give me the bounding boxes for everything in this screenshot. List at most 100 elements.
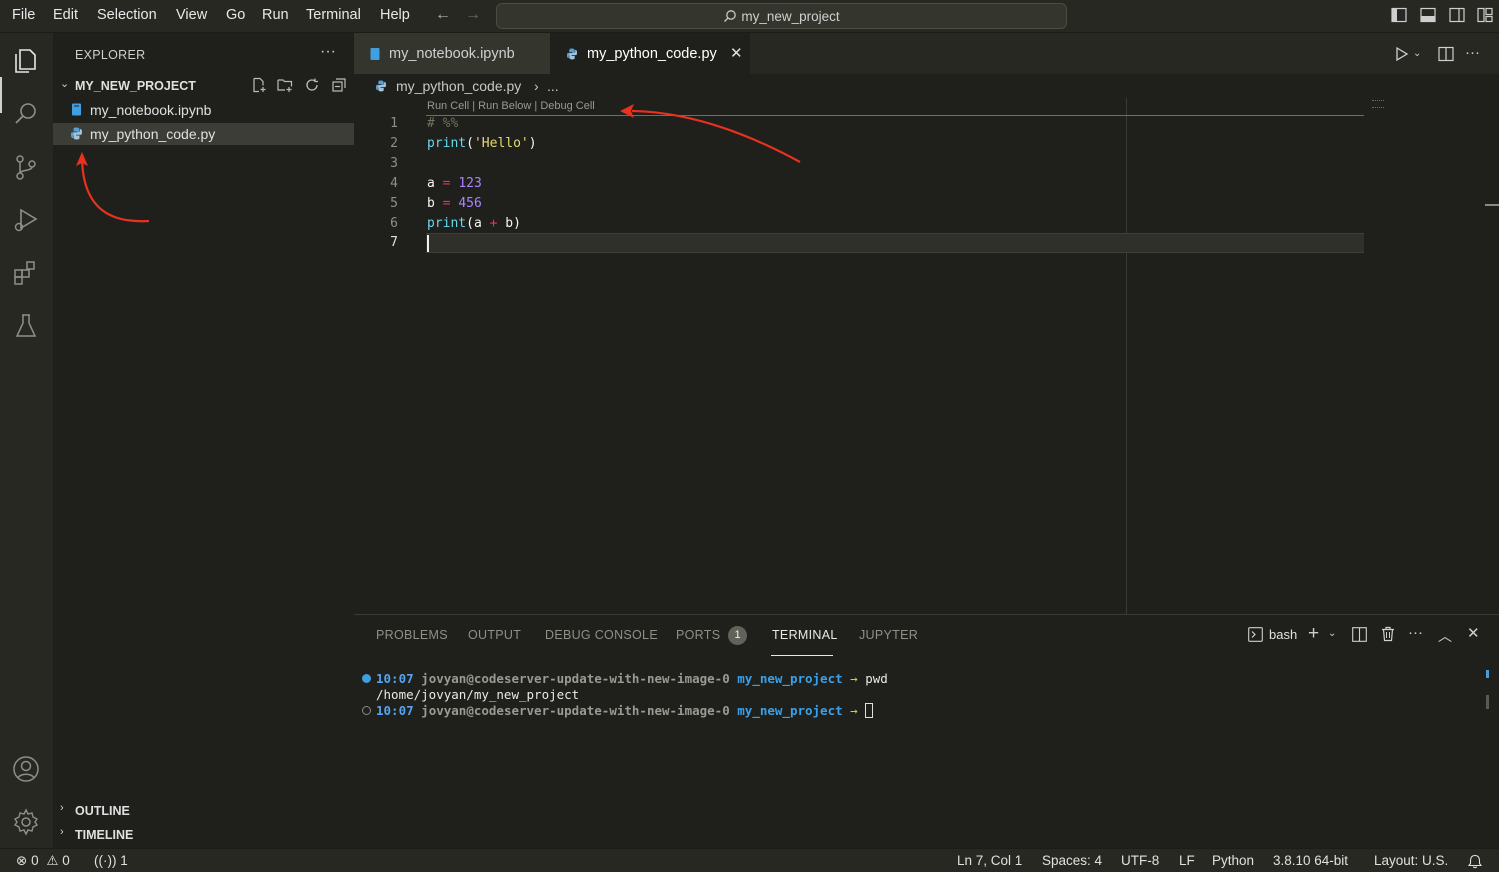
python-file-icon	[567, 48, 577, 60]
menu-file[interactable]: File	[12, 7, 35, 23]
command-pending-dot	[362, 706, 371, 715]
run-python-file-icon[interactable]	[1395, 46, 1409, 62]
source-control-icon[interactable]	[11, 152, 41, 182]
code-editor[interactable]: Run Cell | Run Below | Debug Cell 1 2 3 …	[354, 98, 1499, 614]
more-actions-icon[interactable]: ···	[320, 43, 336, 61]
tab-ports[interactable]: PORTS	[676, 628, 720, 642]
menu-selection[interactable]: Selection	[97, 7, 157, 23]
new-file-icon[interactable]	[251, 77, 267, 93]
tab-problems[interactable]: PROBLEMS	[376, 628, 448, 642]
menu-edit[interactable]: Edit	[53, 7, 78, 23]
testing-flask-icon[interactable]	[11, 311, 41, 341]
tree-item-label: my_python_code.py	[90, 126, 216, 142]
timeline-section[interactable]: › TIMELINE	[53, 824, 354, 846]
command-center[interactable]: my_new_project	[496, 3, 1067, 29]
tree-item-python-file[interactable]: my_python_code.py	[53, 123, 354, 145]
terminal-shell-name[interactable]: bash	[1269, 627, 1297, 642]
menu-terminal[interactable]: Terminal	[306, 7, 361, 23]
tab-jupyter[interactable]: JUPYTER	[859, 628, 918, 642]
new-terminal-plus-icon[interactable]: +	[1308, 623, 1319, 645]
line-number-current: 7	[390, 235, 398, 250]
editor-more-actions-icon[interactable]: ···	[1465, 44, 1480, 61]
cell-codelens[interactable]: Run Cell | Run Below | Debug Cell	[427, 100, 595, 112]
line-number: 3	[390, 156, 398, 171]
settings-gear-icon[interactable]	[11, 807, 41, 837]
project-name: MY_NEW_PROJECT	[75, 79, 196, 93]
terminal-scroll-marker	[1486, 670, 1489, 678]
activity-bar	[0, 33, 53, 848]
tree-item-notebook[interactable]: my_notebook.ipynb	[53, 99, 354, 121]
command-center-label: my_new_project	[741, 9, 840, 24]
menu-view[interactable]: View	[176, 7, 207, 23]
indentation[interactable]: Spaces: 4	[1042, 853, 1102, 868]
new-folder-icon[interactable]	[277, 77, 293, 93]
forward-arrow-icon[interactable]: →	[465, 6, 481, 24]
ports-status[interactable]: ((·)) 1	[94, 853, 128, 868]
bottom-panel: PROBLEMS OUTPUT DEBUG CONSOLE PORTS 1 TE…	[354, 614, 1499, 848]
explorer-icon[interactable]	[11, 46, 41, 76]
tree-item-label: my_notebook.ipynb	[90, 102, 212, 118]
menu-go[interactable]: Go	[226, 7, 245, 23]
panel-more-actions-icon[interactable]: ···	[1408, 624, 1423, 641]
terminal-dropdown-chevron-icon[interactable]: ⌄	[1328, 628, 1336, 639]
line-number: 4	[390, 176, 398, 191]
collapse-all-icon[interactable]	[331, 77, 347, 93]
close-tab-icon[interactable]: ✕	[730, 44, 743, 62]
cell-separator	[426, 115, 1364, 116]
search-icon[interactable]	[11, 99, 41, 129]
back-arrow-icon[interactable]: ←	[435, 6, 451, 24]
keyboard-layout[interactable]: Layout: U.S.	[1374, 853, 1448, 868]
breadcrumb-symbols[interactable]: ...	[547, 78, 559, 94]
search-icon	[723, 9, 737, 23]
active-tab-underline	[771, 655, 833, 656]
split-terminal-icon[interactable]	[1352, 627, 1367, 642]
split-editor-icon[interactable]	[1438, 46, 1454, 62]
minimap[interactable]	[1372, 100, 1384, 108]
language-mode[interactable]: Python	[1212, 853, 1254, 868]
overview-ruler-marker	[1485, 204, 1499, 206]
account-icon[interactable]	[11, 754, 41, 784]
tab-output[interactable]: OUTPUT	[468, 628, 521, 642]
editor-tabs: my_notebook.ipynb my_python_code.py ✕ ⌄ …	[354, 33, 1499, 74]
refresh-icon[interactable]	[304, 77, 320, 93]
notebook-file-icon	[71, 103, 82, 116]
title-bar: File Edit Selection View Go Run Terminal…	[0, 0, 1499, 33]
customize-layout-icon[interactable]	[1477, 7, 1493, 23]
line-number: 1	[390, 116, 398, 131]
tab-python-file[interactable]: my_python_code.py ✕	[550, 33, 750, 74]
tab-label: my_notebook.ipynb	[389, 46, 515, 62]
tab-notebook[interactable]: my_notebook.ipynb	[354, 33, 550, 74]
toggle-panel-icon[interactable]	[1420, 7, 1436, 23]
toggle-primary-sidebar-icon[interactable]	[1391, 7, 1407, 23]
run-and-debug-icon[interactable]	[11, 205, 41, 235]
notifications-bell-icon[interactable]	[1468, 854, 1482, 869]
end-of-line[interactable]: LF	[1179, 853, 1195, 868]
toggle-secondary-sidebar-icon[interactable]	[1449, 7, 1465, 23]
code-line-6: print(a + b)	[427, 216, 521, 231]
breadcrumb-file[interactable]: my_python_code.py	[396, 78, 521, 94]
python-interpreter[interactable]: 3.8.10 64-bit	[1273, 853, 1348, 868]
encoding[interactable]: UTF-8	[1121, 853, 1159, 868]
run-dropdown-chevron-icon[interactable]: ⌄	[1413, 48, 1421, 59]
python-file-icon	[376, 80, 386, 92]
terminal-line-2: /home/jovyan/my_new_project	[376, 687, 580, 702]
broadcast-icon: ((·))	[94, 853, 117, 868]
tab-terminal[interactable]: TERMINAL	[772, 628, 838, 642]
terminal-line-3[interactable]: 10:07 jovyan@codeserver-update-with-new-…	[376, 703, 874, 718]
editor-ruler	[1126, 98, 1127, 614]
chevron-down-icon: ⌄	[60, 78, 70, 90]
menu-run[interactable]: Run	[262, 7, 289, 23]
terminal-scrollbar[interactable]	[1486, 695, 1489, 709]
python-file-icon	[71, 127, 82, 140]
trash-icon[interactable]	[1381, 626, 1395, 642]
problems-status[interactable]: ⊗ 0 ⚠ 0	[16, 853, 70, 869]
breadcrumb: my_python_code.py › ...	[354, 74, 1499, 98]
tab-debug-console[interactable]: DEBUG CONSOLE	[545, 628, 658, 642]
close-panel-icon[interactable]: ✕	[1467, 624, 1480, 642]
menu-help[interactable]: Help	[380, 7, 410, 23]
status-bar: ⊗ 0 ⚠ 0 ((·)) 1 Ln 7, Col 1 Spaces: 4 UT…	[0, 848, 1499, 872]
outline-section[interactable]: › OUTLINE	[53, 800, 354, 822]
extensions-icon[interactable]	[11, 258, 41, 288]
maximize-panel-chevron-up-icon[interactable]: ︿	[1438, 626, 1452, 646]
cursor-position[interactable]: Ln 7, Col 1	[957, 853, 1022, 868]
